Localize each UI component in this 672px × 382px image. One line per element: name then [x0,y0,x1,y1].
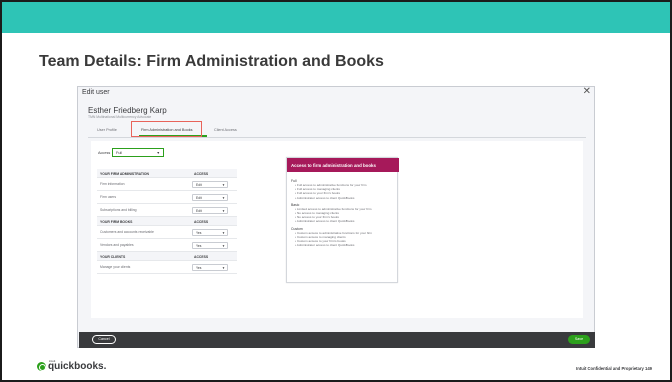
access-level-select[interactable]: Yes ▼ [192,229,228,236]
info-bullet: Administrator access to client QuickBook… [295,196,397,200]
chevron-down-icon: ▼ [222,244,225,248]
access-level-select[interactable]: Edit ▼ [192,194,228,201]
row-label: Subscriptions and billing [100,208,137,212]
tab-highlight-box [131,121,202,137]
row-label: Firm information [100,182,125,186]
user-role: TMN Multinational Multicurrency Advocate [88,115,152,119]
select-value: Edit [196,183,202,187]
logo-wordmark: quickbooks. [48,361,107,372]
row-label: Firm users [100,195,117,199]
column-header: ACCESS [194,172,209,176]
close-icon[interactable]: ✕ [583,86,591,97]
table-row: Customers and accounts receivable Yes ▼ [97,226,237,239]
access-level-select[interactable]: Edit ▼ [192,181,228,188]
table-row: Manage your clients Yes ▼ [97,261,237,274]
row-label: Customers and accounts receivable [100,230,154,234]
chevron-down-icon: ▼ [222,266,225,270]
access-label: Access [98,151,111,155]
table-row: Firm users Edit ▼ [97,191,237,204]
select-value: Yes [196,231,202,235]
select-value: Yes [196,266,202,270]
access-select[interactable]: Full ▼ [112,148,164,157]
cancel-button[interactable]: Cancel [92,335,116,344]
chevron-down-icon: ▼ [222,183,225,187]
column-header: ACCESS [194,220,209,224]
select-value: Edit [196,209,202,213]
page-number: 149 [645,366,652,371]
slide-title: Team Details: Firm Administration and Bo… [39,53,384,70]
chevron-down-icon: ▼ [222,209,225,213]
access-select-value: Full [116,151,123,155]
row-label: Manage your clients [100,265,131,269]
info-panel-title: Access to firm administration and books [287,158,399,172]
confidential-footer: Intuit Confidential and Proprietary 149 [576,366,652,371]
select-value: Edit [196,196,202,200]
tab-content: Access Full ▼ YOUR FIRM ADMINISTRATION A… [91,141,583,318]
access-level-select[interactable]: Edit ▼ [192,207,228,214]
info-panel-body: Full Full access to administrative funct… [291,176,397,247]
info-bullet: Administrator access to client QuickBook… [295,219,397,223]
section-header: YOUR FIRM BOOKS [100,220,133,224]
row-label: Vendors and payables [100,243,134,247]
access-level-select[interactable]: Yes ▼ [192,242,228,249]
access-level-select[interactable]: Yes ▼ [192,264,228,271]
chevron-down-icon: ▼ [222,231,225,235]
chevron-down-icon: ▼ [156,151,160,155]
access-info-panel: Access to firm administration and books … [286,157,399,283]
table-row: Subscriptions and billing Edit ▼ [97,204,237,217]
table-header-row: YOUR CLIENTS ACCESS [97,252,237,261]
select-value: Yes [196,244,202,248]
table-header-row: YOUR FIRM ADMINISTRATION ACCESS [97,169,237,178]
permissions-table: YOUR FIRM ADMINISTRATION ACCESS Firm inf… [97,169,237,274]
tab-user-profile[interactable]: User Profile [97,128,117,132]
quickbooks-logo-icon [37,362,46,371]
chevron-down-icon: ▼ [222,196,225,200]
save-button[interactable]: Save [568,335,590,344]
section-header: YOUR FIRM ADMINISTRATION [100,172,149,176]
slide-accent-bar [2,2,670,33]
table-row: Firm information Edit ▼ [97,178,237,191]
confidential-text: Intuit Confidential and Proprietary [576,366,644,371]
modal-footer: Cancel Save [79,332,595,348]
column-header: ACCESS [194,255,209,259]
modal-title: Edit user [82,89,110,96]
section-header: YOUR CLIENTS [100,255,126,259]
tab-client-access[interactable]: Client Access [214,128,237,132]
user-name: Esther Friedberg Karp [88,106,167,115]
table-header-row: YOUR FIRM BOOKS ACCESS [97,217,237,226]
table-row: Vendors and payables Yes ▼ [97,239,237,252]
info-bullet: Administrator access to client QuickBook… [295,243,397,247]
